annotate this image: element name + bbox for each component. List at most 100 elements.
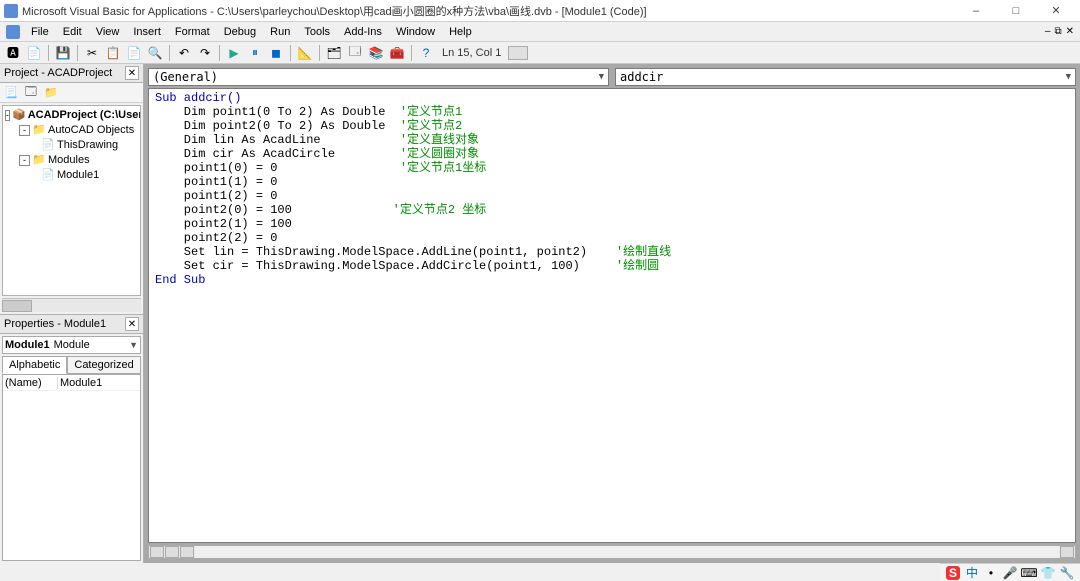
reset-button[interactable]: ◼: [267, 44, 285, 62]
code-scroll-h[interactable]: [148, 545, 1076, 559]
menu-addins[interactable]: Add-Ins: [337, 24, 389, 40]
tree-thisdrawing[interactable]: 📄 ThisDrawing: [3, 138, 140, 153]
tree-root-label: ACADProject (C:\User: [28, 108, 141, 123]
document-icon: 📄: [41, 139, 55, 153]
vba-icon: [6, 25, 20, 39]
project-scroll-h[interactable]: [2, 298, 141, 312]
menu-window[interactable]: Window: [389, 24, 442, 40]
menu-edit[interactable]: Edit: [56, 24, 89, 40]
paste-button[interactable]: 📄: [125, 44, 143, 62]
scroll-track[interactable]: [195, 546, 1059, 558]
menu-view[interactable]: View: [89, 24, 127, 40]
tray-tool-icon[interactable]: 🔧: [1060, 566, 1074, 580]
tree-toggle-icon[interactable]: -: [19, 155, 30, 166]
properties-panel-header: Properties - Module1 ✕: [0, 314, 143, 334]
properties-object-combo[interactable]: Module1 Module ▼: [2, 336, 141, 354]
design-mode-button[interactable]: 📐: [296, 44, 314, 62]
save-button[interactable]: 💾: [54, 44, 72, 62]
project-explorer-button[interactable]: 🗂: [325, 44, 343, 62]
tree-module1[interactable]: 📄 Module1: [3, 168, 140, 183]
properties-object-type: Module: [54, 339, 90, 351]
tray-mic-icon[interactable]: 🎤: [1003, 566, 1017, 580]
tab-categorized[interactable]: Categorized: [67, 356, 140, 374]
project-icon: 📦: [12, 109, 26, 123]
tree-folder-label: Modules: [48, 153, 90, 168]
cut-button[interactable]: ✂: [83, 44, 101, 62]
find-button[interactable]: 🔍: [146, 44, 164, 62]
tree-toggle-icon[interactable]: -: [5, 110, 10, 121]
toolbar-gripper[interactable]: [508, 46, 528, 60]
tray-skin-icon[interactable]: 👕: [1041, 566, 1055, 580]
close-button[interactable]: ✕: [1036, 1, 1076, 21]
object-combo[interactable]: (General) ▼: [148, 68, 609, 86]
property-row[interactable]: (Name) Module1: [3, 375, 140, 391]
app-icon: [4, 4, 18, 18]
folder-icon: 📁: [32, 124, 46, 138]
menu-run[interactable]: Run: [263, 24, 297, 40]
menu-bar: File Edit View Insert Format Debug Run T…: [0, 22, 1080, 42]
menu-help[interactable]: Help: [442, 24, 479, 40]
tree-toggle-icon[interactable]: -: [19, 125, 30, 136]
chevron-down-icon[interactable]: ▼: [1066, 72, 1071, 82]
scroll-right-button[interactable]: [1060, 546, 1074, 558]
mdi-close-button[interactable]: ✕: [1066, 26, 1074, 37]
procedure-view-button[interactable]: [150, 546, 164, 558]
property-key: (Name): [3, 377, 58, 389]
chevron-down-icon[interactable]: ▼: [129, 340, 138, 350]
title-bar: Microsoft Visual Basic for Applications …: [0, 0, 1080, 22]
menu-debug[interactable]: Debug: [217, 24, 263, 40]
view-acad-button[interactable]: 🅰: [4, 44, 22, 62]
menu-tools[interactable]: Tools: [297, 24, 337, 40]
code-editor[interactable]: Sub addcir() Dim point1(0 To 2) As Doubl…: [148, 88, 1076, 543]
tree-root[interactable]: - 📦 ACADProject (C:\User: [3, 108, 140, 123]
toggle-folders-button[interactable]: 📁: [42, 85, 60, 101]
help-button[interactable]: ?: [417, 44, 435, 62]
project-toolbar: 📃 🗔 📁: [0, 83, 143, 103]
view-code-button[interactable]: 📃: [2, 85, 20, 101]
object-browser-button[interactable]: 📚: [367, 44, 385, 62]
properties-grid[interactable]: (Name) Module1: [2, 374, 141, 561]
project-tree[interactable]: - 📦 ACADProject (C:\User - 📁 AutoCAD Obj…: [2, 105, 141, 296]
insert-module-button[interactable]: 📄: [25, 44, 43, 62]
project-panel-close[interactable]: ✕: [125, 66, 139, 80]
tree-item-label: Module1: [57, 168, 99, 183]
cursor-position: Ln 15, Col 1: [442, 47, 501, 59]
tree-autocad-objects[interactable]: - 📁 AutoCAD Objects: [3, 123, 140, 138]
procedure-combo[interactable]: addcir ▼: [615, 68, 1076, 86]
object-combo-value: (General): [153, 70, 218, 84]
module-icon: 📄: [41, 169, 55, 183]
break-button[interactable]: ⏸: [246, 44, 264, 62]
menu-file[interactable]: File: [24, 24, 56, 40]
toolbox-button[interactable]: 🧰: [388, 44, 406, 62]
property-value[interactable]: Module1: [58, 377, 102, 389]
tab-alphabetic[interactable]: Alphabetic: [2, 356, 67, 374]
tree-item-label: ThisDrawing: [57, 138, 118, 153]
chevron-down-icon[interactable]: ▼: [599, 72, 604, 82]
menu-insert[interactable]: Insert: [126, 24, 168, 40]
properties-window-button[interactable]: 🗔: [346, 44, 364, 62]
properties-panel-title: Properties - Module1: [4, 318, 106, 330]
window-title: Microsoft Visual Basic for Applications …: [22, 3, 956, 19]
scroll-thumb[interactable]: [2, 300, 32, 312]
properties-panel-close[interactable]: ✕: [125, 317, 139, 331]
menu-format[interactable]: Format: [168, 24, 217, 40]
redo-button[interactable]: ↷: [196, 44, 214, 62]
maximize-button[interactable]: □: [996, 1, 1036, 21]
undo-button[interactable]: ↶: [175, 44, 193, 62]
run-button[interactable]: ▶: [225, 44, 243, 62]
scroll-left-button[interactable]: [180, 546, 194, 558]
full-module-view-button[interactable]: [165, 546, 179, 558]
procedure-combo-value: addcir: [620, 70, 663, 84]
tree-modules[interactable]: - 📁 Modules: [3, 153, 140, 168]
system-tray: S 中 • 🎤 ⌨ 👕 🔧: [940, 563, 1080, 581]
ime-lang-icon[interactable]: 中: [965, 566, 979, 580]
mdi-minimize-button[interactable]: –: [1045, 26, 1051, 37]
project-panel-header: Project - ACADProject ✕: [0, 64, 143, 83]
copy-button[interactable]: 📋: [104, 44, 122, 62]
sogou-ime-icon[interactable]: S: [946, 566, 960, 580]
view-object-button[interactable]: 🗔: [22, 85, 40, 101]
tray-punct-icon[interactable]: •: [984, 566, 998, 580]
mdi-restore-button[interactable]: ⧉: [1054, 26, 1061, 37]
tray-keyboard-icon[interactable]: ⌨: [1022, 566, 1036, 580]
minimize-button[interactable]: –: [956, 1, 996, 21]
